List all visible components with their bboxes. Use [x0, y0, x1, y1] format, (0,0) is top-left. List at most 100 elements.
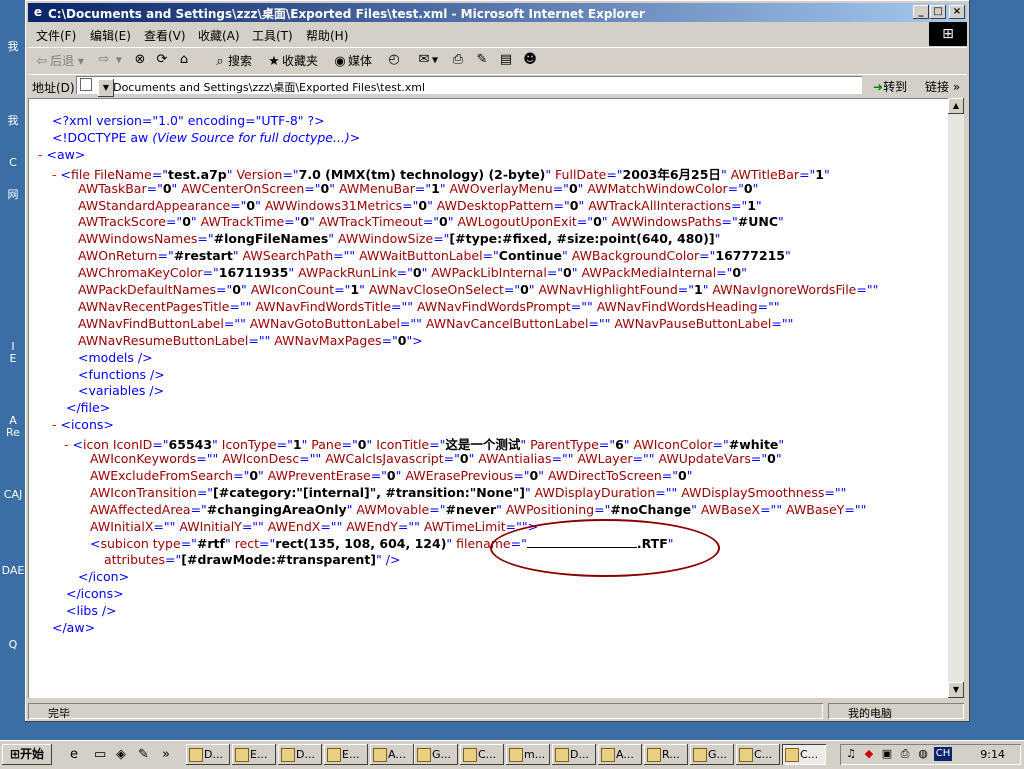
menu-favorites[interactable]: 收藏(A): [198, 27, 240, 44]
tray-printer-icon[interactable]: ⎙: [898, 747, 912, 761]
refresh-button[interactable]: ⟳: [154, 52, 170, 68]
aw-open: - <aw>: [38, 147, 85, 162]
tray-globe-icon[interactable]: ◍: [916, 747, 930, 761]
xml-token: 1: [431, 180, 440, 196]
search-icon: ⌕: [216, 53, 224, 69]
menu-view[interactable]: 查看(V): [144, 27, 186, 44]
document-view[interactable]: <?xml version="1.0" encoding="UTF-8" ?> <…: [28, 98, 948, 698]
desktop-icon-label[interactable]: E: [0, 352, 26, 365]
desktop-icon-label[interactable]: 我: [0, 38, 26, 54]
desktop-icon-label[interactable]: Re: [0, 426, 26, 439]
taskbar-button[interactable]: m...: [506, 744, 550, 765]
taskbar-button[interactable]: D...: [186, 744, 230, 765]
back-button[interactable]: ⇦ 后退 ▾: [34, 52, 84, 70]
address-input[interactable]: C:\Documents and Settings\zzz\桌面\Exporte…: [76, 76, 862, 97]
quicklaunch-app-icon[interactable]: ◈: [116, 747, 126, 762]
xml-token: FullDate: [551, 166, 607, 182]
address-dropdown-icon[interactable]: ▼: [98, 79, 114, 97]
file-attr-line: AWNavResumeButtonLabel="" AWNavMaxPages=…: [78, 332, 423, 348]
links-button[interactable]: 链接 »: [925, 78, 960, 95]
icons-close: </icons>: [66, 586, 124, 601]
taskbar-button[interactable]: E...: [324, 744, 368, 765]
forward-button[interactable]: ⇨ ▾: [96, 52, 122, 68]
home-icon: ⌂: [179, 52, 189, 67]
xml-token: 0: [563, 265, 572, 281]
stop-button[interactable]: ⊗: [132, 52, 148, 68]
xml-token: AWOnReturn: [78, 248, 158, 264]
xml-token: AWMenuBar: [334, 180, 415, 196]
tray-speaker-icon[interactable]: ♫: [844, 747, 858, 761]
xml-token: AWTitleBar: [726, 166, 800, 182]
taskbar-button[interactable]: R...: [644, 744, 688, 765]
scroll-up-icon[interactable]: ▲: [948, 98, 964, 114]
xml-token: 0: [249, 467, 259, 483]
taskbar-button[interactable]: D...: [278, 744, 322, 765]
taskbar-button[interactable]: C...: [460, 744, 504, 765]
go-button[interactable]: ➜转到: [873, 78, 907, 95]
menu-help[interactable]: 帮助(H): [306, 27, 348, 44]
tray-app-icon[interactable]: ◆: [862, 747, 876, 761]
xml-token: rect(135, 108, 604, 124): [275, 535, 447, 551]
desktop-icon-label[interactable]: C: [0, 156, 26, 169]
desktop-icon-label[interactable]: CAJ: [0, 488, 26, 501]
favorites-button[interactable]: ★ 收藏夹: [266, 52, 318, 70]
discuss-button[interactable]: ▤: [498, 52, 514, 68]
print-button[interactable]: ⎙: [450, 52, 466, 68]
search-button[interactable]: ⌕ 搜索: [212, 52, 252, 70]
close-button[interactable]: ×: [949, 5, 965, 19]
taskbar-button[interactable]: D...: [552, 744, 596, 765]
language-indicator[interactable]: CH: [934, 747, 952, 761]
desktop-icon-label[interactable]: 我: [0, 112, 26, 128]
menu-tools[interactable]: 工具(T): [252, 27, 293, 44]
taskbar-button[interactable]: G...: [690, 744, 734, 765]
tray-network-icon[interactable]: ▣: [880, 747, 894, 761]
start-button[interactable]: ⊞开始: [2, 744, 52, 765]
edit-button[interactable]: ✎: [474, 52, 490, 68]
menu-file[interactable]: 文件(F): [36, 27, 76, 44]
functions-node: <functions />: [78, 367, 165, 382]
mail-button[interactable]: ✉ ▾: [416, 52, 438, 68]
taskbar-button[interactable]: G...: [414, 744, 458, 765]
taskbar-button[interactable]: C...: [782, 744, 826, 765]
status-bar: 完毕 我的电脑: [28, 702, 967, 720]
quicklaunch-edit-icon[interactable]: ✎: [138, 747, 149, 762]
xml-token: 0: [182, 214, 191, 230]
title-bar[interactable]: e C:\Documents and Settings\zzz\桌面\Expor…: [28, 3, 967, 22]
edit-icon: ✎: [476, 52, 488, 67]
desktop-icon-label[interactable]: 网: [0, 186, 26, 202]
messenger-button[interactable]: ☻: [522, 52, 538, 68]
menu-edit[interactable]: 编辑(E): [90, 27, 131, 44]
xml-token: 0: [568, 180, 578, 196]
desktop-icon-label[interactable]: Q: [0, 638, 26, 651]
taskbar-button[interactable]: A...: [370, 744, 414, 765]
desktop-icon-label[interactable]: DAE: [0, 564, 26, 577]
xml-token: AWIconKeywords: [90, 451, 197, 466]
task-app-icon: [555, 748, 569, 762]
vertical-scrollbar[interactable]: ▲ ▼: [948, 98, 964, 698]
status-zone: 我的电脑: [828, 703, 964, 720]
menu-bar: 文件(F) 编辑(E) 查看(V) 收藏(A) 工具(T) 帮助(H): [28, 24, 967, 44]
windows-logo-icon: ⊞: [929, 22, 967, 46]
xml-token: AWNavHighlightFound: [534, 282, 678, 297]
xml-token: 0: [232, 282, 241, 297]
quicklaunch-more-icon[interactable]: »: [162, 747, 170, 762]
back-label: 后退: [50, 54, 75, 68]
xml-token: 0: [162, 180, 172, 196]
xml-token: <libs />: [66, 603, 117, 619]
maximize-button[interactable]: □: [930, 5, 946, 19]
scroll-down-icon[interactable]: ▼: [948, 682, 964, 698]
media-button[interactable]: ◉ 媒体: [332, 52, 372, 70]
taskbar-button[interactable]: E...: [232, 744, 276, 765]
history-button[interactable]: ◴: [386, 52, 402, 68]
quicklaunch-ie-icon[interactable]: e: [70, 747, 78, 762]
quicklaunch-desktop-icon[interactable]: ▭: [94, 747, 106, 762]
taskbar-button[interactable]: C...: [736, 744, 780, 765]
task-label: G...: [432, 748, 452, 761]
doctype-line: <!DOCTYPE aw (View Source for full docty…: [52, 130, 360, 145]
task-label: D...: [204, 748, 223, 761]
libs-node: <libs />: [66, 603, 117, 618]
status-main: 完毕: [28, 703, 823, 720]
home-button[interactable]: ⌂: [176, 52, 192, 68]
taskbar-button[interactable]: A...: [598, 744, 642, 765]
minimize-button[interactable]: _: [913, 5, 929, 19]
